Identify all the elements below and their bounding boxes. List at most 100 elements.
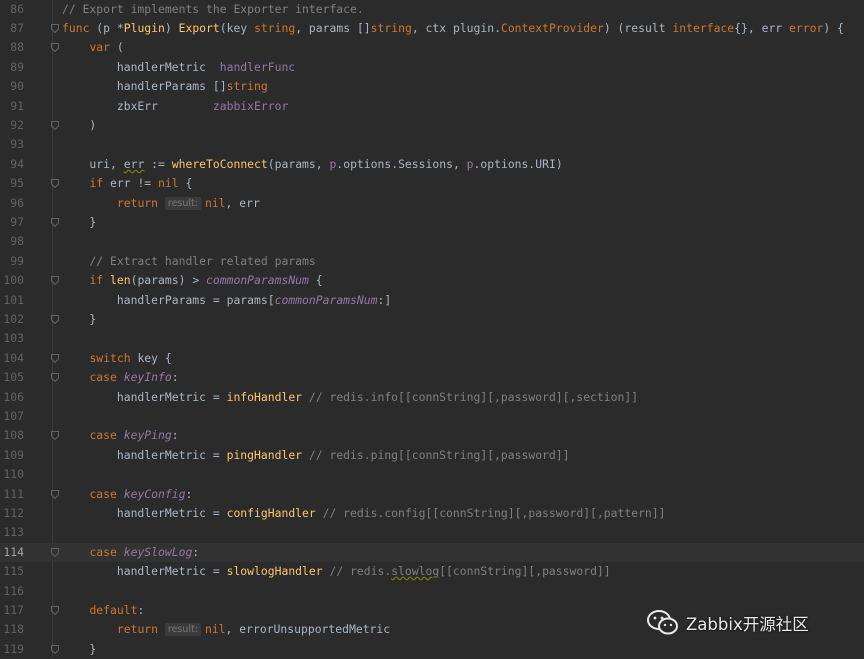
line-number: 106 [3,389,24,404]
code-text: handlerMetric = slowlogHandler // redis.… [62,562,611,581]
code-line[interactable]: 108 case keyPing: [0,426,864,445]
code-line[interactable]: 116 [0,582,864,601]
code-line[interactable]: 107 [0,407,864,426]
line-number: 113 [3,525,24,540]
code-line[interactable]: 86 // Export implements the Exporter inte… [0,0,864,19]
code-line[interactable]: 110 [0,465,864,484]
code-token: configHandler [226,505,316,520]
code-line[interactable]: 115 handlerMetric = slowlogHandler // re… [0,562,864,581]
code-token: key { [130,350,172,365]
fold-marker-icon[interactable] [51,179,59,189]
code-token: if [89,176,104,191]
code-line[interactable]: 95 if err != nil { [0,174,864,193]
code-line[interactable]: 119 } [0,640,864,659]
code-token: (key [219,20,255,35]
fold-marker-icon[interactable] [51,373,59,383]
fold-marker-icon[interactable] [51,120,59,130]
fold-marker-icon[interactable] [51,489,59,499]
code-line[interactable]: 111 case keyConfig: [0,485,864,504]
fold-marker-icon[interactable] [51,353,59,363]
line-number: 109 [3,447,24,462]
code-line[interactable]: 106 handlerMetric = infoHandler // redis… [0,388,864,407]
code-line[interactable]: 100 if len(params) > commonParamsNum { [0,271,864,290]
code-line[interactable]: 94 uri, err := whereToConnect(params, p.… [0,155,864,174]
code-editor[interactable]: 86 // Export implements the Exporter inte… [0,0,864,657]
parameter-hint: result: [164,196,201,210]
code-token: nil [204,195,226,210]
code-text: ) [62,116,96,135]
code-line[interactable]: 101 handlerParams = params[commonParamsN… [0,291,864,310]
code-token: handlerParams [] [62,79,227,94]
code-line[interactable]: 99 // Extract handler related params [0,252,864,271]
code-line[interactable]: 114 case keySlowLog: [0,542,864,563]
fold-marker-icon[interactable] [51,605,59,615]
code-token: interface [672,20,735,35]
fold-marker-icon[interactable] [51,217,59,227]
code-text: handlerParams = params[commonParamsNum:] [62,291,391,310]
fold-marker-icon[interactable] [51,431,59,441]
code-token: default [89,602,138,617]
code-token: nil [158,176,179,191]
code-token: keyConfig [123,486,186,501]
code-line[interactable]: 113 [0,523,864,542]
code-line[interactable]: 88 var ( [0,38,864,57]
code-token: .options.Sessions, [336,156,467,171]
line-number: 116 [3,583,24,598]
code-token: error [789,20,824,35]
code-text: } [62,640,96,659]
code-token: Export [178,20,220,35]
code-text: zbxErr zabbixError [62,97,288,116]
line-number: 115 [3,564,24,579]
code-line[interactable]: 102 } [0,310,864,329]
code-line[interactable]: 96 return result: nil, err [0,194,864,213]
line-number: 96 [10,195,24,210]
code-token: Plugin [123,20,165,35]
code-line[interactable]: 98 [0,232,864,251]
fold-marker-icon[interactable] [51,644,59,654]
code-token: len [110,273,131,288]
code-text: handlerMetric = pingHandler // redis.pin… [62,446,570,465]
code-text: case keyConfig: [62,485,192,504]
fold-marker-icon[interactable] [51,43,59,53]
fold-marker-icon[interactable] [51,23,59,33]
code-text: } [62,310,96,329]
code-line[interactable]: 105 case keyInfo: [0,368,864,387]
code-token: ContextProvider [500,20,604,35]
code-token: handlerMetric = [62,447,227,462]
code-line[interactable]: 91 zbxErr zabbixError [0,97,864,116]
code-line[interactable]: 90 handlerParams []string [0,77,864,96]
code-line[interactable]: 103 [0,329,864,348]
code-token: (params, [267,156,330,171]
code-token: ) [62,117,97,132]
code-text: case keyInfo: [62,368,178,387]
wechat-icon [647,610,678,635]
watermark-text: Zabbix开源社区 [686,615,809,634]
code-token: case [89,544,117,559]
code-token: handlerMetric = [62,505,227,520]
code-line[interactable]: 104 switch key { [0,349,864,368]
fold-marker-icon[interactable] [51,547,59,557]
code-line[interactable]: 112 handlerMetric = configHandler // red… [0,504,864,523]
code-token: handlerMetric = [62,389,227,404]
code-token: return [116,195,159,210]
code-token: err != [103,176,159,191]
line-number: 101 [3,292,24,307]
code-line[interactable]: 93 [0,135,864,154]
line-number: 91 [10,98,24,113]
fold-marker-icon[interactable] [51,314,59,324]
code-token: : [185,486,193,501]
code-line[interactable]: 97 } [0,213,864,232]
code-line[interactable]: 87 func (p *Plugin) Export(key string, pa… [0,19,864,38]
fold-marker-icon[interactable] [51,276,59,286]
code-token: (p * [89,20,124,35]
code-line[interactable]: 92 ) [0,116,864,135]
code-line[interactable]: 89 handlerMetric handlerFunc [0,58,864,77]
code-token: zabbixError [212,98,289,113]
code-line[interactable]: 109 handlerMetric = pingHandler // redis… [0,446,864,465]
